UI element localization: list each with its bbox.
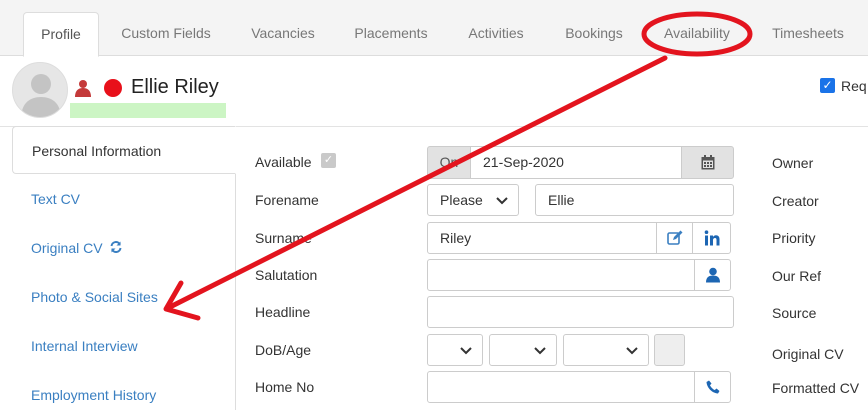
edit-surname-button[interactable]	[656, 222, 693, 254]
available-on-label: On	[427, 146, 471, 179]
surname-label: Surname	[255, 230, 312, 246]
phone-icon	[706, 380, 719, 394]
title-select[interactable]: Please	[427, 184, 519, 216]
edit-icon	[666, 230, 682, 245]
side-item-label: Employment History	[31, 387, 157, 403]
dob-month-select[interactable]	[489, 334, 557, 366]
side-item-label: Personal Information	[32, 143, 162, 159]
creator-label: Creator	[772, 193, 819, 209]
side-item-label: Internal Interview	[31, 338, 138, 354]
side-item-employment-history[interactable]: Employment History	[12, 371, 236, 410]
chevron-down-icon	[460, 347, 472, 355]
title-select-value: Please	[440, 192, 483, 208]
dob-label: DoB/Age	[255, 342, 312, 358]
available-label: Available	[255, 154, 312, 170]
tab-bookings[interactable]: Bookings	[552, 12, 636, 56]
linkedin-icon	[704, 230, 719, 246]
side-item-text-cv[interactable]: Text CV	[12, 175, 236, 224]
salutation-input[interactable]	[427, 259, 695, 291]
candidate-name: Ellie Riley	[131, 76, 219, 98]
headline-label: Headline	[255, 304, 311, 320]
home-no-input[interactable]	[427, 371, 695, 403]
tab-placements[interactable]: Placements	[341, 12, 441, 56]
available-checkbox[interactable]: ✓	[321, 153, 336, 168]
surname-input[interactable]: Riley	[427, 222, 657, 254]
calendar-icon	[701, 155, 715, 170]
tab-vacancies[interactable]: Vacancies	[237, 12, 329, 56]
side-item-label: Text CV	[31, 191, 81, 207]
linkedin-button[interactable]	[692, 222, 731, 254]
refresh-icon[interactable]	[109, 225, 123, 274]
available-date-input[interactable]: 21-Sep-2020	[470, 146, 682, 179]
chevron-down-icon	[496, 197, 508, 205]
chevron-down-icon	[534, 347, 546, 355]
default-avatar-icon	[21, 74, 61, 117]
source-label: Source	[772, 305, 817, 321]
salutation-label: Salutation	[255, 267, 318, 283]
dob-year-select[interactable]	[563, 334, 649, 366]
side-item-original-cv[interactable]: Original CV	[12, 224, 236, 273]
original-cv-label: Original CV	[772, 346, 844, 362]
forename-label: Forename	[255, 192, 319, 208]
call-home-button[interactable]	[694, 371, 731, 403]
side-item-internal-interview[interactable]: Internal Interview	[12, 322, 236, 371]
side-item-label: Original CV	[31, 240, 103, 256]
req-checkbox[interactable]: ✓	[820, 78, 835, 93]
candidate-person-icon	[74, 79, 92, 100]
headline-input[interactable]	[427, 296, 734, 328]
age-display	[654, 334, 685, 366]
owner-label: Owner	[772, 155, 814, 171]
tab-bar: Profile Custom Fields Vacancies Placemen…	[0, 0, 868, 57]
dob-day-select[interactable]	[427, 334, 483, 366]
user-icon	[705, 267, 720, 283]
tab-custom-fields[interactable]: Custom Fields	[109, 12, 223, 56]
home-no-label: Home No	[255, 379, 315, 395]
tab-availability[interactable]: Availability	[650, 12, 744, 56]
salutation-person-button[interactable]	[694, 259, 731, 291]
calendar-button[interactable]	[681, 146, 734, 179]
priority-label: Priority	[772, 230, 816, 246]
status-indicator	[104, 79, 122, 97]
chevron-down-icon	[626, 347, 638, 355]
tab-activities[interactable]: Activities	[454, 12, 538, 56]
req-label: Req	[841, 78, 867, 94]
tab-timesheets[interactable]: Timesheets	[758, 12, 858, 56]
forename-input[interactable]: Ellie	[535, 184, 734, 216]
side-item-personal-information[interactable]: Personal Information	[12, 126, 236, 174]
status-bar	[70, 103, 226, 118]
our-ref-label: Our Ref	[772, 268, 822, 284]
side-item-label: Photo & Social Sites	[31, 289, 158, 305]
avatar[interactable]	[12, 62, 68, 118]
side-item-photo-social-sites[interactable]: Photo & Social Sites	[12, 273, 236, 322]
tab-profile[interactable]: Profile	[23, 12, 99, 57]
formatted-cv-label: Formatted CV	[772, 380, 860, 396]
